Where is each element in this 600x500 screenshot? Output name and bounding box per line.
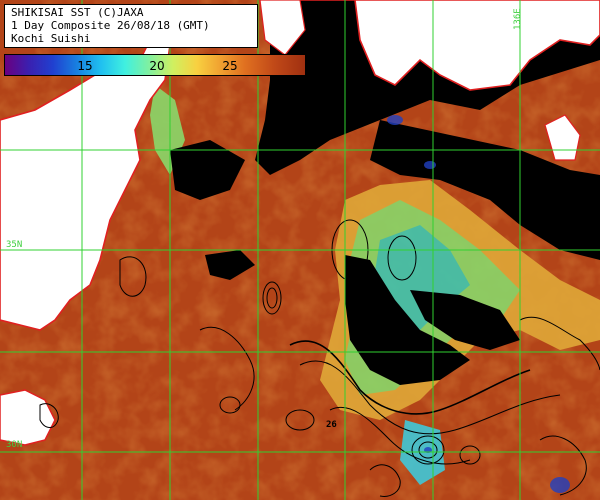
lat-label-35n: 35N xyxy=(6,240,23,250)
contour-label-26: 26 xyxy=(326,420,337,430)
composite-date: 1 Day Composite 26/08/18 (GMT) xyxy=(11,19,210,32)
lat-label-30n: 30N xyxy=(6,440,23,450)
sst-color-scale: 15 20 25 xyxy=(4,54,306,76)
scale-tick-15: 15 xyxy=(77,59,93,73)
source-name: Kochi Suishi xyxy=(11,32,91,45)
product-title: SHIKISAI SST (C)JAXA xyxy=(11,6,144,19)
map-info-box: SHIKISAI SST (C)JAXA 1 Day Composite 26/… xyxy=(4,4,258,48)
lon-label-136e: 136E xyxy=(513,8,523,30)
scale-tick-25: 25 xyxy=(222,59,238,73)
contour-label-25: 25 xyxy=(480,325,491,335)
scale-tick-20: 20 xyxy=(149,59,165,73)
